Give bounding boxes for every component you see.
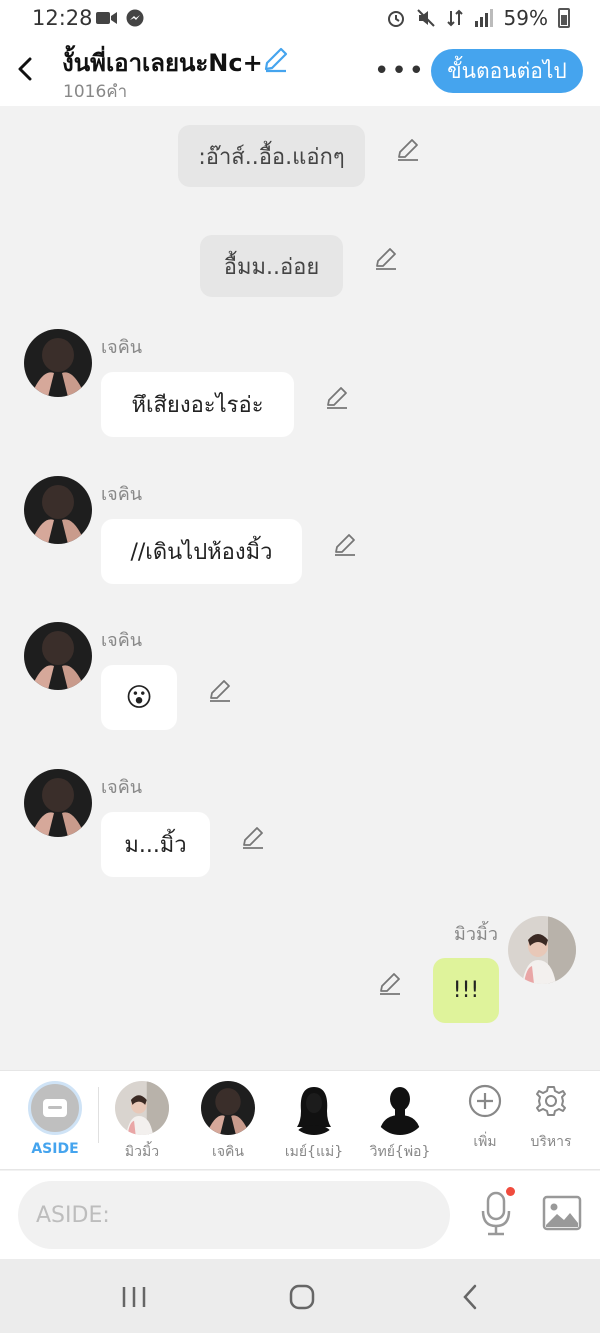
back-button[interactable] bbox=[10, 52, 40, 86]
divider bbox=[98, 1087, 99, 1143]
video-icon bbox=[96, 12, 117, 24]
status-right: 59% bbox=[386, 6, 570, 30]
avatar-miwmiw[interactable] bbox=[508, 916, 576, 984]
avatar-jakin[interactable] bbox=[24, 476, 92, 544]
character-miwmiw[interactable]: มิวมิ้ว bbox=[102, 1071, 182, 1171]
speaker-name: เจคิน bbox=[101, 777, 143, 798]
pencil-icon[interactable] bbox=[377, 970, 403, 996]
pencil-icon[interactable] bbox=[332, 531, 358, 557]
speaker-name: เจคิน bbox=[101, 630, 143, 651]
manage-button[interactable]: บริหาร bbox=[511, 1071, 591, 1171]
avatar bbox=[201, 1081, 255, 1135]
more-icon: ••• bbox=[374, 56, 427, 86]
microphone-icon[interactable] bbox=[478, 1189, 514, 1237]
pencil-icon[interactable] bbox=[240, 824, 266, 850]
aside-selector[interactable]: ASIDE bbox=[15, 1071, 95, 1171]
narration-bubble[interactable]: :อ๊าส์..อื้อ.แอ่กๆ bbox=[178, 125, 365, 187]
aside-input[interactable] bbox=[18, 1181, 450, 1249]
message-bubble[interactable]: //เดินไปห้องมิ้ว bbox=[101, 519, 302, 584]
manage-label: บริหาร bbox=[530, 1134, 572, 1150]
speaker-name: มิวมิ้ว bbox=[454, 924, 498, 945]
pencil-icon[interactable] bbox=[324, 384, 350, 410]
avatar bbox=[115, 1081, 169, 1135]
message-bubble[interactable]: ม...มิ้ว bbox=[101, 812, 210, 877]
gear-icon bbox=[536, 1086, 566, 1116]
chat-bubble-icon bbox=[43, 1099, 67, 1117]
status-time: 12:28 bbox=[32, 6, 93, 30]
character-wit[interactable]: วิทย์{พ่อ} bbox=[360, 1071, 440, 1171]
signal-icon bbox=[474, 9, 493, 27]
avatar-jakin[interactable] bbox=[24, 769, 92, 837]
mute-icon bbox=[416, 9, 435, 27]
avatar-jakin[interactable] bbox=[24, 622, 92, 690]
avatar bbox=[373, 1081, 427, 1135]
nav-back-icon bbox=[463, 1284, 477, 1310]
pencil-icon[interactable] bbox=[207, 677, 233, 703]
character-name: มิวมิ้ว bbox=[124, 1144, 160, 1160]
aside-avatar bbox=[28, 1081, 82, 1135]
image-icon[interactable] bbox=[542, 1195, 582, 1231]
pencil-icon[interactable] bbox=[395, 136, 421, 162]
narration-bubble[interactable]: อื้มม..อ่อย bbox=[200, 235, 343, 297]
avatar-jakin[interactable] bbox=[24, 329, 92, 397]
character-bar: ASIDE มิวมิ้ว เจคิน เมย์{แม่} วิทย์{พ่อ}… bbox=[0, 1070, 600, 1170]
character-may[interactable]: เมย์{แม่} bbox=[274, 1071, 354, 1171]
status-bar: 12:28 59% bbox=[0, 0, 600, 36]
speaker-name: เจคิน bbox=[101, 337, 143, 358]
message-bubble[interactable]: 😮 bbox=[101, 665, 177, 730]
next-step-button[interactable]: ขั้นตอนต่อไป bbox=[431, 49, 583, 93]
message-bubble[interactable]: หึเสียงอะไรอ่ะ bbox=[101, 372, 294, 437]
home-icon bbox=[289, 1284, 315, 1310]
character-name: วิทย์{พ่อ} bbox=[369, 1144, 431, 1160]
back-arrow-icon bbox=[18, 57, 32, 81]
word-count: 1016คำ bbox=[63, 82, 128, 102]
alarm-icon bbox=[387, 11, 404, 27]
speaker-name: เจคิน bbox=[101, 484, 143, 505]
recording-dot bbox=[506, 1187, 515, 1196]
character-name: เจคิน bbox=[212, 1144, 244, 1160]
header: งั้นพี่เอาเลยนะNc+ 1016คำ ••• ขั้นตอนต่อ… bbox=[0, 36, 600, 106]
system-nav-bar bbox=[0, 1259, 600, 1333]
aside-label: ASIDE bbox=[31, 1141, 79, 1157]
avatar bbox=[287, 1081, 341, 1135]
edit-title-icon[interactable] bbox=[262, 45, 290, 73]
input-row bbox=[0, 1171, 600, 1259]
nav-back-button[interactable] bbox=[448, 1277, 492, 1317]
more-button[interactable]: ••• bbox=[374, 56, 426, 86]
battery-icon bbox=[558, 8, 570, 28]
character-name: เมย์{แม่} bbox=[284, 1144, 344, 1160]
story-title: งั้นพี่เอาเลยนะNc+ bbox=[62, 49, 263, 77]
recent-apps-icon bbox=[122, 1287, 146, 1307]
add-circle-icon bbox=[468, 1084, 502, 1118]
status-left-icons bbox=[96, 9, 144, 27]
messenger-icon bbox=[126, 9, 144, 27]
home-button[interactable] bbox=[280, 1277, 324, 1317]
own-message-bubble[interactable]: !!! bbox=[433, 958, 499, 1023]
character-jakin[interactable]: เจคิน bbox=[188, 1071, 268, 1171]
battery-percent: 59% bbox=[503, 6, 548, 30]
recent-apps-button[interactable] bbox=[112, 1277, 156, 1317]
pencil-icon[interactable] bbox=[373, 245, 399, 271]
network-icon bbox=[446, 9, 463, 27]
